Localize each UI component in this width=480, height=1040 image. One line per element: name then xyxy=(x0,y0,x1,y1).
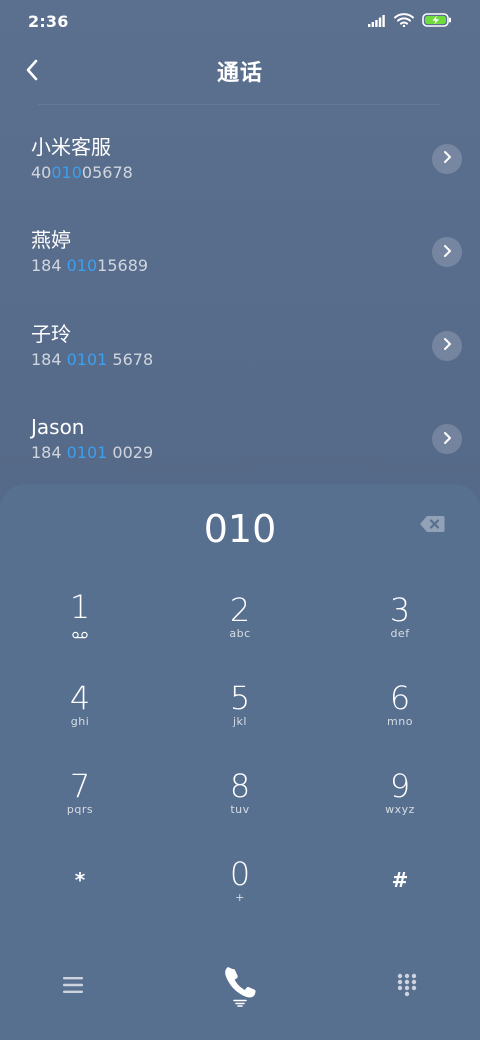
signal-icon xyxy=(368,12,386,31)
key-1[interactable]: 1 xyxy=(0,572,160,660)
contact-number: 4001005678 xyxy=(31,162,133,182)
voicemail-icon xyxy=(72,624,88,643)
bottom-action-bar xyxy=(0,958,480,1016)
contact-name: 小米客服 xyxy=(31,134,111,159)
contact-result-item[interactable]: 燕婷 184 01015689 xyxy=(0,206,480,300)
call-button[interactable] xyxy=(212,959,268,1015)
chevron-right-icon xyxy=(442,149,452,168)
contact-result-item[interactable]: 子玲 184 0101 5678 xyxy=(0,299,480,393)
key-digit: 1 xyxy=(69,587,91,626)
key-digit: * xyxy=(74,868,86,892)
key-digit: 5 xyxy=(229,678,251,717)
key-star[interactable]: * xyxy=(0,836,160,924)
key-letters: tuv xyxy=(230,802,250,816)
key-digit: # xyxy=(391,868,409,892)
keypad-icon xyxy=(397,973,417,1001)
key-letters: + xyxy=(235,890,245,904)
contact-detail-button[interactable] xyxy=(432,143,462,174)
back-arrow-icon xyxy=(25,59,39,85)
number-match-highlight: 0101 xyxy=(66,443,108,463)
number-match-highlight: 010 xyxy=(66,256,98,276)
key-3[interactable]: 3 def xyxy=(320,572,480,660)
key-letters: mno xyxy=(387,714,413,728)
status-time: 2:36 xyxy=(28,11,69,31)
header-divider xyxy=(38,104,440,105)
page-title: 通话 xyxy=(216,61,263,86)
dialpad-keys: 1 2 abc 3 def 4 ghi 5 jkl 6 mno 7 pqrs 8… xyxy=(0,572,480,924)
number-match-highlight: 010 xyxy=(51,162,82,182)
key-letters: jkl xyxy=(233,714,247,728)
key-digit: 6 xyxy=(389,678,411,717)
key-digit: 3 xyxy=(389,590,411,629)
contact-result-item[interactable]: Jason 184 0101 0029 xyxy=(0,393,480,487)
dialed-number-display[interactable]: 010 xyxy=(0,504,480,554)
contact-name: 燕婷 xyxy=(31,228,71,253)
chevron-right-icon xyxy=(442,430,452,449)
menu-button[interactable] xyxy=(54,968,92,1006)
key-digit: 0 xyxy=(229,854,251,893)
key-letters: abc xyxy=(229,626,251,640)
contact-number: 184 0101 5678 xyxy=(31,349,154,369)
key-hash[interactable]: # xyxy=(320,836,480,924)
key-letters: ghi xyxy=(70,714,90,728)
contact-detail-button[interactable] xyxy=(432,330,462,361)
key-digit: 7 xyxy=(69,766,91,805)
wifi-icon xyxy=(394,12,414,31)
key-letters: wxyz xyxy=(385,802,415,816)
key-8[interactable]: 8 tuv xyxy=(160,748,320,836)
backspace-icon xyxy=(419,515,445,537)
header: 通话 xyxy=(0,42,480,100)
contact-number: 184 0101 0029 xyxy=(31,443,154,463)
key-0[interactable]: 0 + xyxy=(160,836,320,924)
key-7[interactable]: 7 pqrs xyxy=(0,748,160,836)
number-match-highlight: 0101 xyxy=(66,349,108,369)
keypad-toggle-button[interactable] xyxy=(388,968,426,1006)
status-bar: 2:36 xyxy=(0,0,480,42)
key-digit: 9 xyxy=(389,766,411,805)
contact-name: 子玲 xyxy=(31,321,71,346)
key-digit: 8 xyxy=(229,766,251,805)
key-4[interactable]: 4 ghi xyxy=(0,660,160,748)
contact-name: Jason xyxy=(31,415,85,440)
chevron-right-icon xyxy=(442,243,452,262)
backspace-button[interactable] xyxy=(418,514,446,538)
key-5[interactable]: 5 jkl xyxy=(160,660,320,748)
phone-call-icon xyxy=(222,963,258,1011)
menu-icon xyxy=(63,976,83,998)
key-digit: 2 xyxy=(229,590,251,629)
back-button[interactable] xyxy=(12,52,52,92)
key-letters: pqrs xyxy=(66,802,94,816)
key-digit: 4 xyxy=(69,678,91,717)
status-icons xyxy=(368,12,452,31)
key-letters: def xyxy=(390,626,410,640)
contact-number: 184 01015689 xyxy=(31,256,149,276)
chevron-right-icon xyxy=(442,336,452,355)
dialpad-panel: 010 1 2 abc 3 def 4 ghi 5 jkl 6 mno 7 pq… xyxy=(0,484,480,1040)
key-2[interactable]: 2 abc xyxy=(160,572,320,660)
key-9[interactable]: 9 wxyz xyxy=(320,748,480,836)
search-results-list: 小米客服 4001005678 燕婷 184 01015689 子玲 184 0… xyxy=(0,112,480,486)
key-6[interactable]: 6 mno xyxy=(320,660,480,748)
contact-result-item[interactable]: 小米客服 4001005678 xyxy=(0,112,480,206)
battery-charging-icon xyxy=(422,12,452,31)
